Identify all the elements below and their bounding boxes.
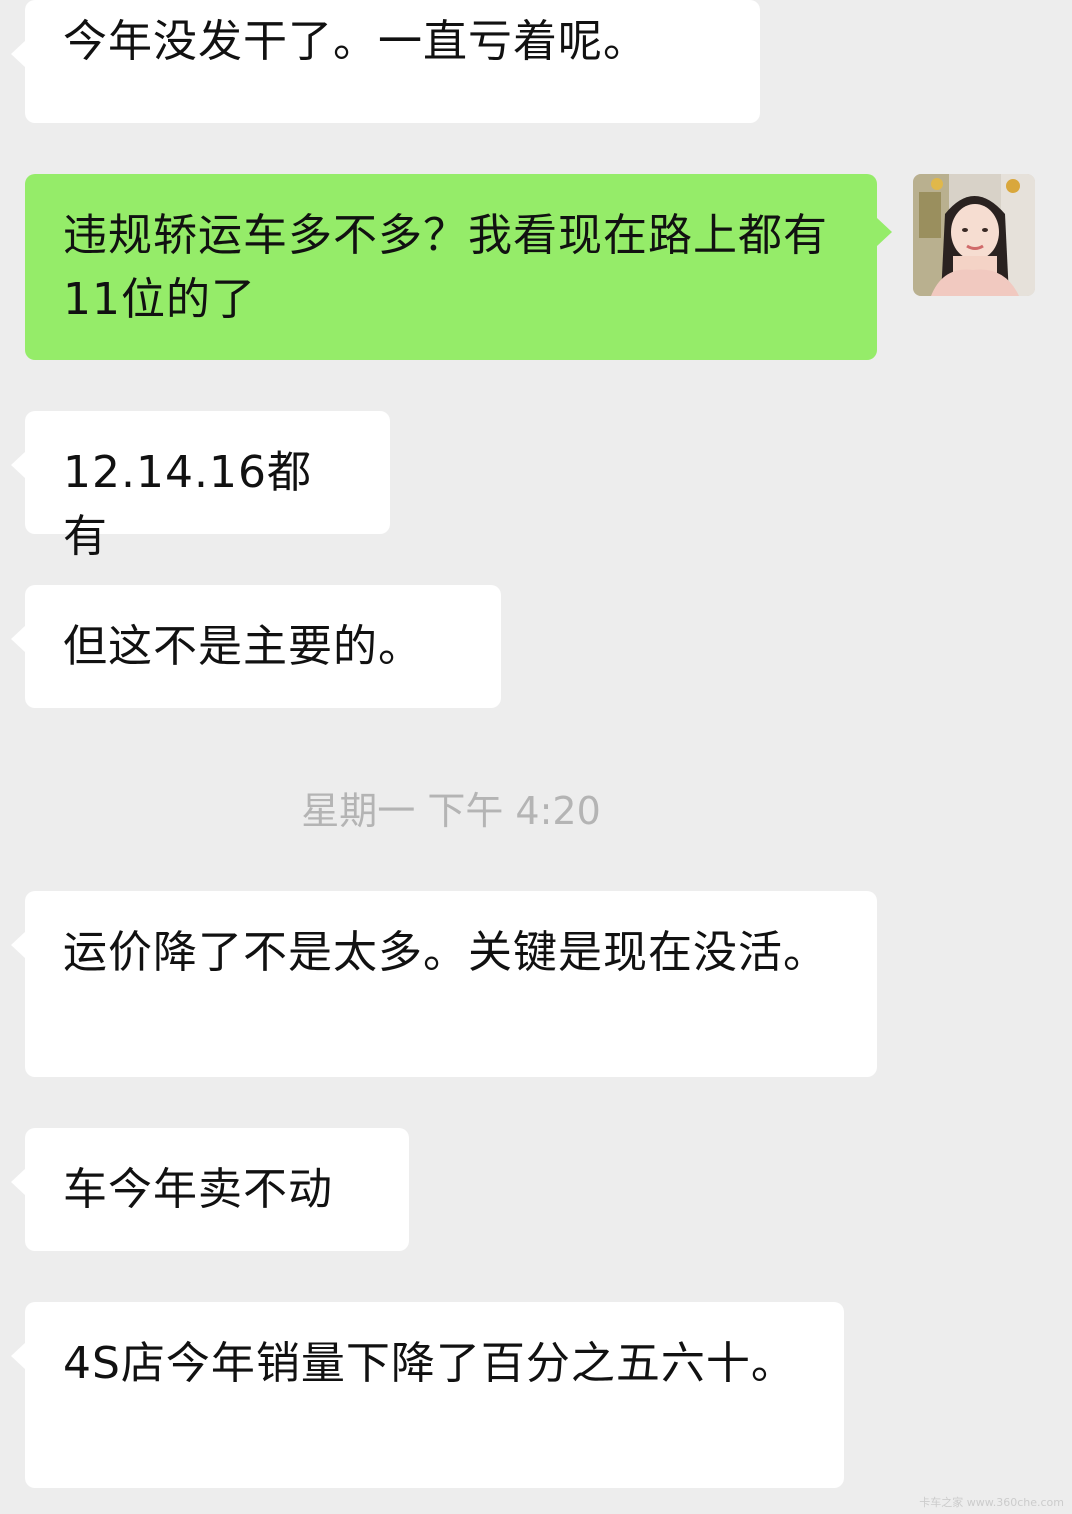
- message-bubble-incoming[interactable]: 车今年卖不动: [11, 1128, 409, 1251]
- message-text: 但这不是主要的。: [63, 621, 423, 672]
- message-text: 今年没发干了。一直亏着呢。: [63, 16, 648, 67]
- message-bubble-incoming[interactable]: 今年没发干了。一直亏着呢。: [11, 0, 760, 123]
- message-text: 违规轿运车多不多？我看现在路上都有11位的了: [63, 210, 828, 325]
- message-text: 4S店今年销量下降了百分之五六十。: [63, 1338, 796, 1389]
- avatar-photo-icon: [913, 174, 1035, 296]
- message-bubble-incoming[interactable]: 12.14.16都有: [11, 411, 390, 562]
- message-timestamp: 星期一 下午 4:20: [301, 789, 601, 833]
- user-avatar-icon[interactable]: [913, 174, 1035, 296]
- site-watermark: 卡车之家 www.360che.com: [919, 1496, 1064, 1509]
- message-text: 运价降了不是太多。关键是现在没活。: [63, 927, 828, 978]
- message-bubble-incoming[interactable]: 但这不是主要的。: [11, 585, 501, 708]
- message-bubble-incoming[interactable]: 运价降了不是太多。关键是现在没活。: [11, 891, 877, 1077]
- message-bubble-outgoing[interactable]: 违规轿运车多不多？我看现在路上都有11位的了: [25, 174, 892, 360]
- message-text: 车今年卖不动: [63, 1164, 333, 1215]
- message-text: 12.14.16都有: [63, 447, 312, 562]
- message-bubble-incoming[interactable]: 4S店今年销量下降了百分之五六十。: [11, 1302, 844, 1488]
